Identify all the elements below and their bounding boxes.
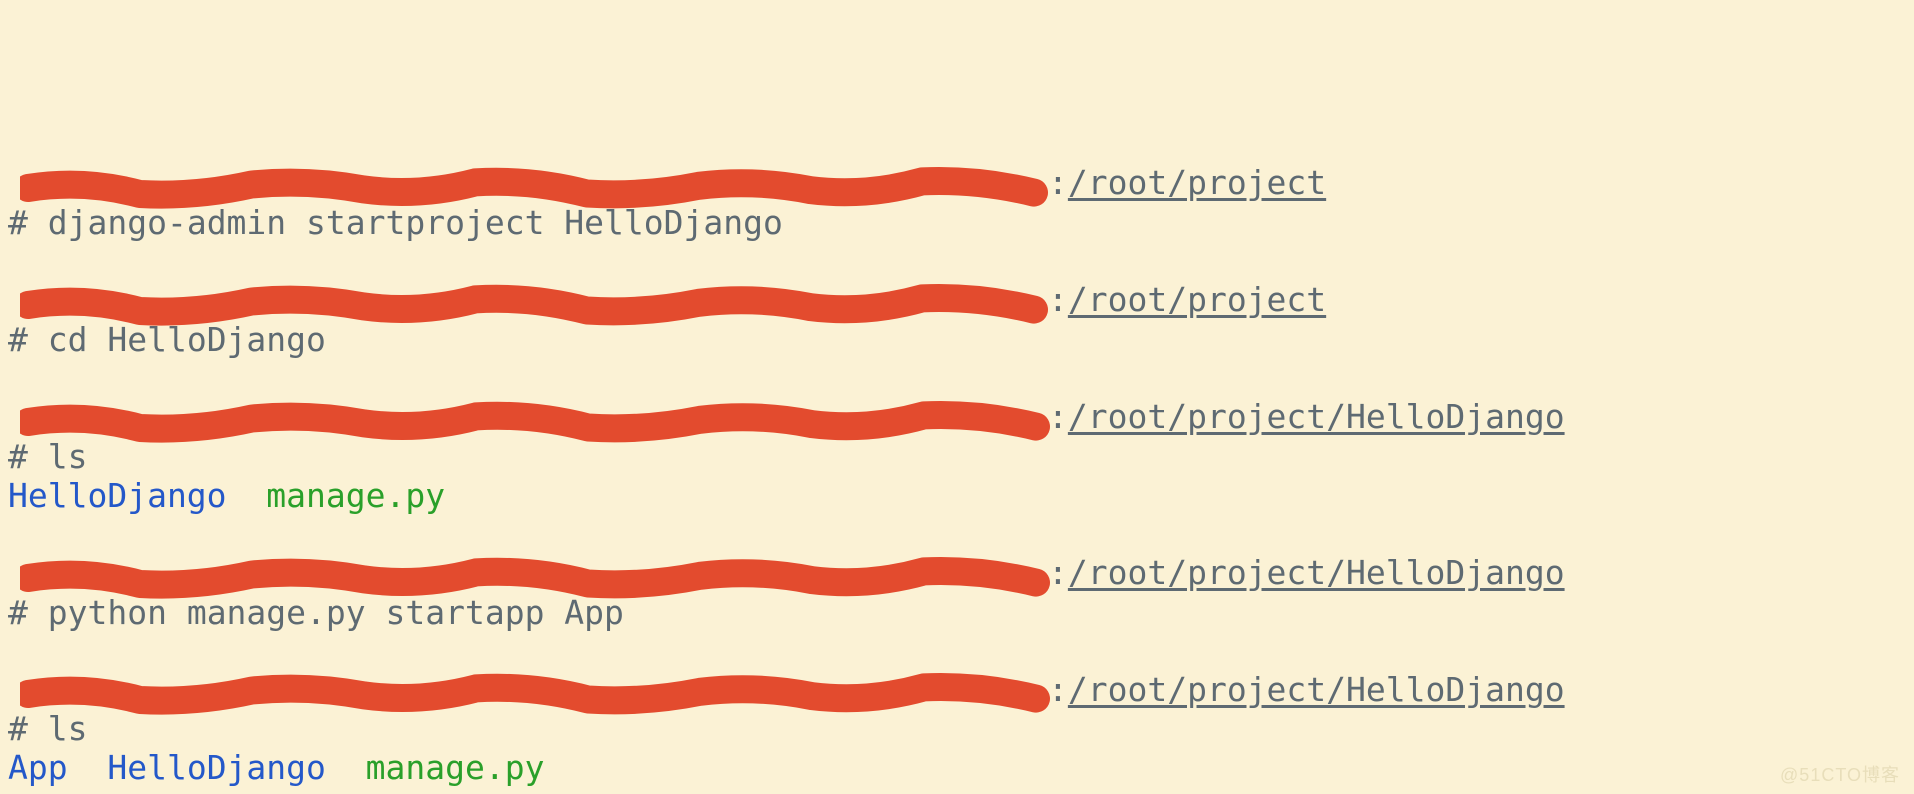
cwd-path: /root/project <box>1068 280 1326 319</box>
prompt-hash: # <box>8 593 48 632</box>
output-text <box>68 748 108 787</box>
prompt-hash: # <box>8 320 48 359</box>
blank-line <box>8 360 1906 398</box>
ls-directory: HelloDjango <box>8 476 227 515</box>
prompt-line: :/root/project/HelloDjango <box>8 398 1906 438</box>
command-text: python manage.py startapp App <box>48 593 624 632</box>
output-line: HelloDjango manage.py <box>8 477 1906 516</box>
command-line: # ls <box>8 710 1906 749</box>
ls-directory: App <box>8 748 68 787</box>
command-text: ls <box>48 709 88 748</box>
cwd-path: /root/project <box>1068 163 1326 202</box>
command-line: # cd HelloDjango <box>8 321 1906 360</box>
prompt-line: :/root/project/HelloDjango <box>8 670 1906 710</box>
prompt-hash: # <box>8 203 48 242</box>
prompt-hash: # <box>8 437 48 476</box>
cwd-path: /root/project/HelloDjango <box>1068 670 1565 709</box>
output-text <box>326 748 366 787</box>
watermark: @51CTO博客 <box>1780 765 1900 786</box>
prompt-line: :/root/project/HelloDjango <box>8 554 1906 594</box>
prompt-path: :/root/project/HelloDjango <box>1048 671 1565 710</box>
cwd-path: /root/project/HelloDjango <box>1068 397 1565 436</box>
command-line: # django-admin startproject HelloDjango <box>8 204 1906 243</box>
ls-executable: manage.py <box>266 476 445 515</box>
prompt-path: :/root/project/HelloDjango <box>1048 398 1565 437</box>
blank-line <box>8 243 1906 281</box>
prompt-path: :/root/project <box>1048 164 1326 203</box>
blank-line <box>8 788 1906 794</box>
output-line: App HelloDjango manage.py <box>8 749 1906 788</box>
terminal: :/root/project# django-admin startprojec… <box>0 0 1914 794</box>
prompt-line: :/root/project <box>8 281 1906 321</box>
command-line: # ls <box>8 438 1906 477</box>
prompt-path: :/root/project <box>1048 281 1326 320</box>
ls-executable: manage.py <box>366 748 545 787</box>
blank-line <box>8 516 1906 554</box>
ls-directory: HelloDjango <box>107 748 326 787</box>
command-text: django-admin startproject HelloDjango <box>48 203 783 242</box>
output-text <box>227 476 267 515</box>
command-text: cd HelloDjango <box>48 320 326 359</box>
prompt-line: :/root/project <box>8 164 1906 204</box>
prompt-hash: # <box>8 709 48 748</box>
blank-line <box>8 632 1906 670</box>
cwd-path: /root/project/HelloDjango <box>1068 553 1565 592</box>
prompt-path: :/root/project/HelloDjango <box>1048 554 1565 593</box>
command-text: ls <box>48 437 88 476</box>
command-line: # python manage.py startapp App <box>8 594 1906 633</box>
